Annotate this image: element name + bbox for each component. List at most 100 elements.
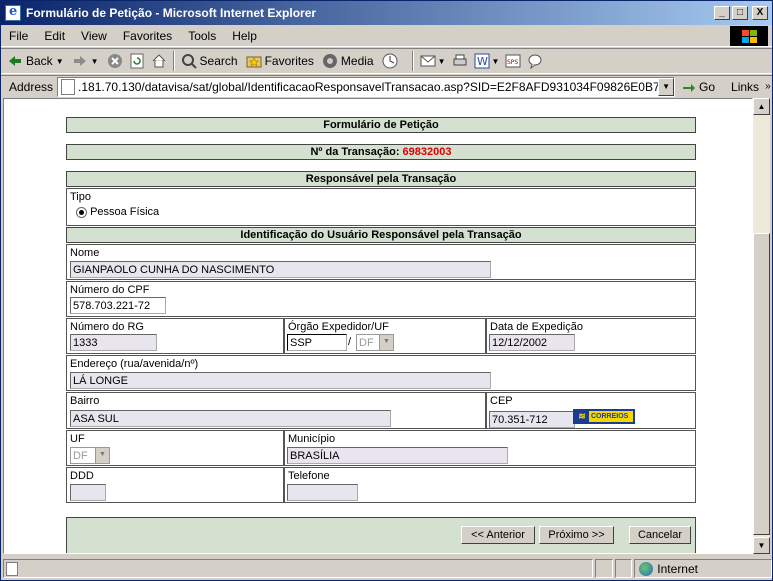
- uf-value: DF: [73, 449, 88, 462]
- status-panel: [594, 559, 613, 578]
- pessoa-fisica-label: Pessoa Física: [90, 206, 160, 218]
- discuss-icon[interactable]: SPS: [505, 53, 521, 69]
- scroll-down-icon[interactable]: ▼: [753, 537, 770, 554]
- bairro-field[interactable]: ASA SUL: [70, 410, 391, 427]
- chevron-down-icon: ▼: [95, 448, 109, 463]
- endereco-label: Endereço (rua/avenida/nº): [70, 358, 199, 370]
- mail-icon[interactable]: [420, 53, 436, 69]
- cpf-label: Número do CPF: [70, 284, 150, 296]
- menu-help[interactable]: Help: [224, 29, 265, 43]
- minimize-button[interactable]: _: [714, 6, 730, 20]
- search-button[interactable]: Search: [181, 53, 238, 69]
- form-footer: << Anterior Próximo >> Cancelar: [66, 517, 696, 553]
- menu-bar: File Edit View Favorites Tools Help: [1, 25, 772, 47]
- nome-field[interactable]: GIANPAOLO CUNHA DO NASCIMENTO: [70, 261, 491, 278]
- forward-button[interactable]: ▼: [72, 53, 99, 69]
- transaction-label: Nº da Transação:: [310, 146, 400, 158]
- edit-dropdown-icon[interactable]: ▼: [492, 57, 500, 66]
- menu-file[interactable]: File: [1, 29, 36, 43]
- page-status-icon: [6, 561, 18, 576]
- menu-view[interactable]: View: [73, 29, 115, 43]
- cancelar-button[interactable]: Cancelar: [629, 526, 691, 544]
- toolbar-separator: [411, 51, 414, 71]
- forward-arrow-icon: [73, 56, 86, 66]
- form-title: Formulário de Petição: [66, 117, 696, 133]
- back-dropdown-icon[interactable]: ▼: [56, 57, 64, 66]
- menu-favorites[interactable]: Favorites: [115, 29, 180, 43]
- scroll-up-icon[interactable]: ▲: [753, 98, 770, 115]
- search-label: Search: [199, 54, 238, 68]
- correios-label: CORREIOS: [591, 413, 629, 420]
- correios-button[interactable]: ≋ CORREIOS: [573, 409, 635, 424]
- mail-dropdown-icon[interactable]: ▼: [438, 57, 446, 66]
- security-zone: Internet: [634, 559, 773, 578]
- messenger-icon[interactable]: [527, 53, 543, 69]
- vertical-scrollbar[interactable]: ▲ ▼: [753, 98, 770, 554]
- status-panel: [614, 559, 633, 578]
- status-bar: Internet: [1, 557, 773, 580]
- bairro-label: Bairro: [70, 395, 100, 407]
- back-button[interactable]: Back ▼: [7, 53, 64, 69]
- menu-edit[interactable]: Edit: [36, 29, 73, 43]
- cpf-field[interactable]: 578.703.221-72: [70, 297, 166, 314]
- orgao-uf-select[interactable]: DF ▼: [356, 334, 394, 351]
- links-button[interactable]: Links: [731, 80, 759, 94]
- ddd-field[interactable]: [70, 484, 106, 501]
- scroll-thumb[interactable]: [753, 233, 770, 535]
- data-exp-field[interactable]: 12/12/2002: [489, 334, 575, 351]
- address-input[interactable]: .181.70.130/datavisa/sat/global/Identifi…: [57, 76, 676, 97]
- orgao-uf-value: DF: [359, 336, 374, 349]
- go-arrow-icon: [683, 83, 696, 92]
- uf-label: UF: [70, 433, 85, 445]
- favorites-label: Favorites: [264, 54, 314, 68]
- media-button[interactable]: Media: [322, 53, 374, 69]
- address-label: Address: [9, 79, 54, 94]
- print-icon[interactable]: [452, 53, 468, 69]
- address-bar: Address .181.70.130/datavisa/sat/global/…: [1, 75, 772, 97]
- rg-field[interactable]: 1333: [70, 334, 157, 351]
- orgao-field[interactable]: SSP: [287, 334, 347, 351]
- home-icon[interactable]: [151, 53, 167, 69]
- page-viewport: Formulário de Petição Nº da Transação: 6…: [3, 98, 753, 554]
- tipo-label: Tipo: [70, 191, 91, 203]
- page-icon: [61, 78, 76, 95]
- globe-icon: [639, 561, 654, 576]
- favorites-button[interactable]: Favorites: [246, 53, 314, 69]
- pessoa-fisica-radio[interactable]: [76, 206, 87, 218]
- forward-dropdown-icon[interactable]: ▼: [91, 57, 99, 66]
- toolbar-separator: [172, 51, 175, 71]
- refresh-icon[interactable]: [129, 53, 145, 69]
- go-label: Go: [699, 79, 716, 94]
- standard-toolbar: Back ▼ ▼ Search Favorites Media ▼ W ▼ SP…: [1, 48, 772, 74]
- svg-text:W: W: [477, 55, 488, 68]
- telefone-field[interactable]: [287, 484, 358, 501]
- transaction-bar: Nº da Transação: 69832003: [66, 144, 696, 160]
- menu-tools[interactable]: Tools: [180, 29, 224, 43]
- orgao-separator: /: [348, 336, 352, 348]
- svg-text:SPS: SPS: [507, 59, 518, 66]
- cep-field[interactable]: 70.351-712: [489, 411, 575, 428]
- proximo-button[interactable]: Próximo >>: [539, 526, 614, 544]
- media-icon: [322, 54, 337, 68]
- correios-logo-icon: ≋: [575, 411, 589, 422]
- title-bar: Formulário de Petição - Microsoft Intern…: [1, 1, 772, 25]
- stop-icon[interactable]: [107, 53, 123, 69]
- go-button[interactable]: Go: [681, 79, 715, 95]
- history-icon[interactable]: [382, 53, 398, 69]
- links-chevron-icon[interactable]: »: [765, 81, 771, 92]
- uf-select[interactable]: DF ▼: [70, 447, 110, 464]
- identification-header: Identificação do Usuário Responsável pel…: [66, 227, 696, 243]
- address-dropdown-icon[interactable]: ▼: [658, 77, 675, 96]
- close-button[interactable]: X: [752, 6, 768, 20]
- municipio-label: Município: [288, 433, 336, 445]
- municipio-field[interactable]: BRASÍLIA: [287, 447, 508, 464]
- endereco-field[interactable]: LÁ LONGE: [70, 372, 491, 389]
- nome-label: Nome: [70, 247, 100, 259]
- data-exp-label: Data de Expedição: [490, 321, 583, 333]
- edit-icon[interactable]: W: [474, 53, 490, 69]
- cep-label: CEP: [490, 395, 513, 407]
- anterior-button[interactable]: << Anterior: [461, 526, 535, 544]
- ddd-label: DDD: [70, 470, 94, 482]
- maximize-button[interactable]: □: [732, 6, 748, 20]
- chevron-down-icon: ▼: [379, 335, 393, 350]
